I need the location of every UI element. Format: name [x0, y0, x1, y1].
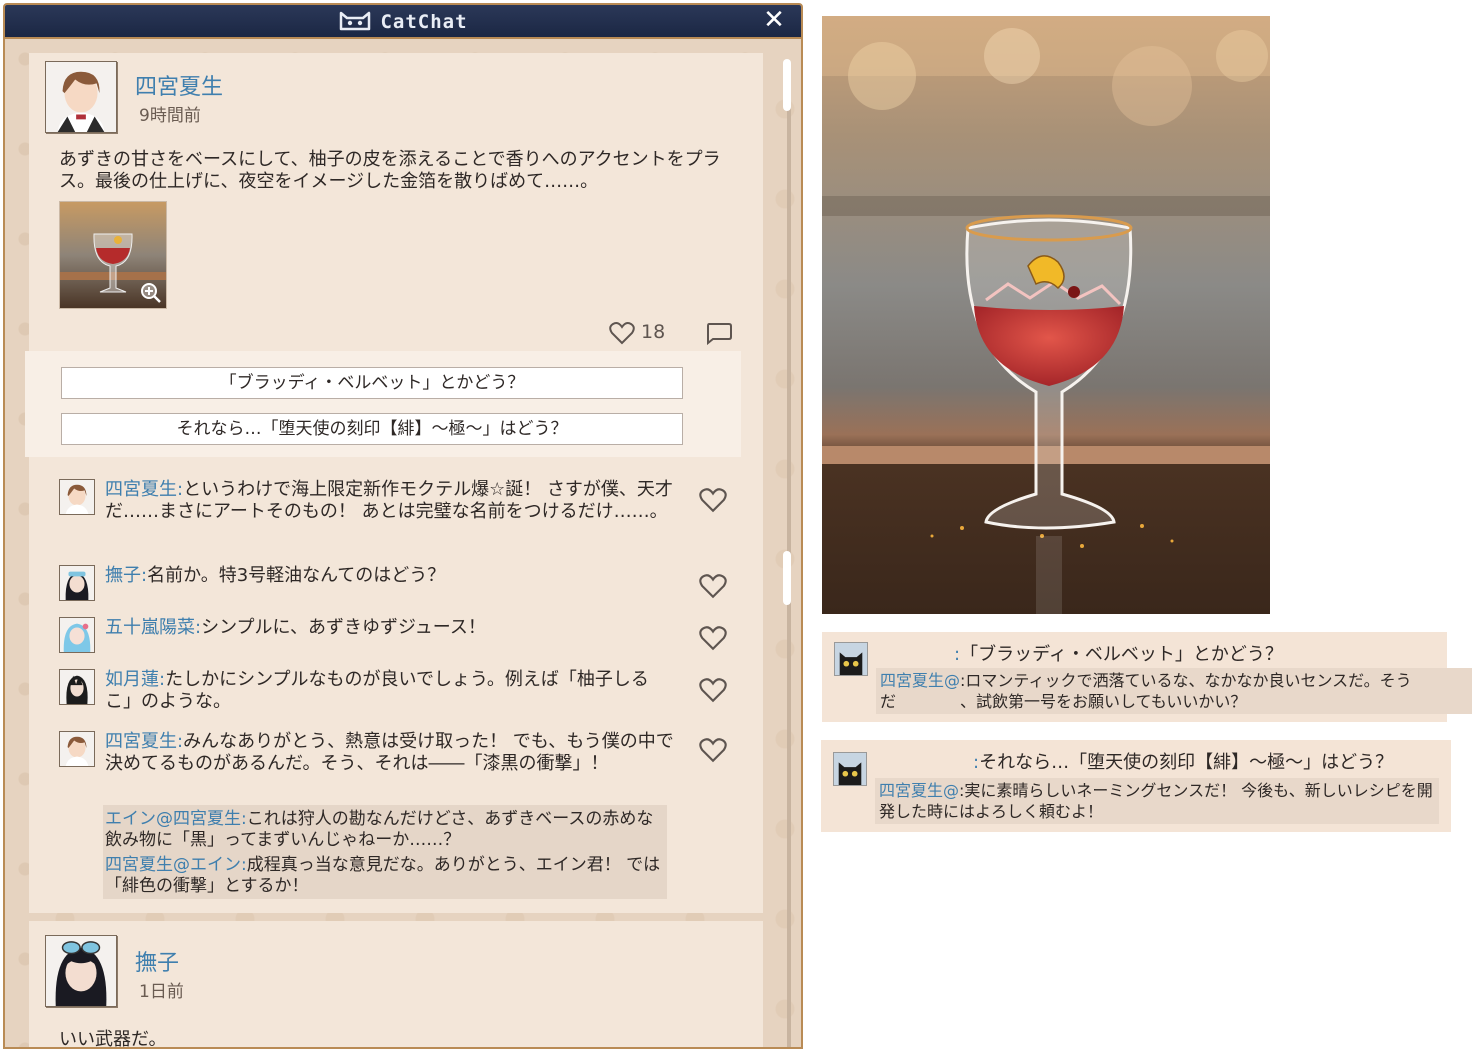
reply-author[interactable]: 四宮夏生@エイン: — [105, 855, 247, 875]
comment-text: 如月蓮:たしかにシンプルなものが良いでしょう。例えば「柚子しるこ」のような。 — [105, 669, 649, 712]
post-author[interactable]: 撫子 — [135, 945, 179, 977]
comment-avatar[interactable] — [59, 617, 95, 653]
enlarged-photo — [822, 16, 1270, 614]
avatar[interactable] — [45, 935, 117, 1007]
comment-item: 五十嵐陽菜:シンプルに、あずきゆずジュース！ — [59, 617, 727, 657]
reply-item: 四宮夏生@エイン:成程真っ当な意見だな。ありがとう、エイン君！ では「緋色の衝撃… — [105, 855, 661, 896]
comment-avatar[interactable] — [59, 669, 95, 705]
post-time: 9時間前 — [139, 106, 201, 126]
cat-logo-icon — [340, 11, 371, 31]
chat-log-entry: :それなら…「堕天使の刻印【緋】～極～」はどう？ 四宮夏生@:実に素晴らしいネー… — [821, 740, 1451, 832]
post-card: 四宮夏生 9時間前 あずきの甘さをベースにして、柚子の皮を添えることで香りへのア… — [25, 53, 763, 913]
scrollbar-thumb[interactable] — [783, 59, 791, 111]
app-title-wrap: CatChat — [5, 9, 801, 33]
reply-item: エイン@四宮夏生:これは狩人の勘なんだけどさ、あずきベースの赤めな飲み物に「黒」… — [105, 809, 654, 850]
chat-log-entry: :「ブラッディ・ベルベット」とかどう？ 四宮夏生@:ロマンティックで洒落ているな… — [822, 632, 1472, 722]
title-bar: CatChat ✕ — [5, 5, 801, 39]
comment-avatar[interactable] — [59, 565, 95, 601]
reply-choices: 「ブラッディ・ベルベット」とかどう？ それなら…「堕天使の刻印【緋】～極～」はど… — [25, 351, 741, 457]
post-time: 1日前 — [139, 982, 184, 1002]
comment-text: 四宮夏生:みんなありがとう、熱意は受け取った！ でも、もう僕の中で決めてるものが… — [105, 731, 674, 774]
comment-icon[interactable] — [705, 321, 733, 346]
comment-author[interactable]: 如月蓮: — [105, 669, 165, 690]
avatar[interactable] — [45, 61, 117, 133]
heart-icon[interactable] — [699, 625, 727, 651]
log-message: :それなら…「堕天使の刻印【緋】～極～」はどう？ — [973, 752, 1394, 773]
heart-icon[interactable] — [699, 573, 727, 599]
comment-avatar[interactable] — [59, 731, 95, 767]
post-author[interactable]: 四宮夏生 — [135, 69, 223, 101]
heart-icon[interactable] — [699, 737, 727, 763]
black-cat-avatar — [834, 642, 868, 676]
comment-author[interactable]: 撫子: — [105, 565, 147, 586]
heart-icon[interactable] — [699, 487, 727, 513]
timeline[interactable]: 四宮夏生 9時間前 あずきの甘さをベースにして、柚子の皮を添えることで香りへのア… — [5, 39, 801, 1047]
like-button[interactable]: 18 — [609, 319, 689, 347]
heart-icon — [609, 322, 635, 345]
comment-item: 四宮夏生:みんなありがとう、熱意は受け取った！ でも、もう僕の中で決めてるものが… — [59, 731, 727, 801]
zoom-in-icon[interactable] — [140, 282, 162, 304]
choice-button-2[interactable]: それなら…「堕天使の刻印【緋】～極～」はどう？ — [61, 413, 683, 445]
comment-item: 如月蓮:たしかにシンプルなものが良いでしょう。例えば「柚子しるこ」のような。 — [59, 669, 727, 715]
post-card: 撫子 1日前 いい武器だ。 — [29, 921, 763, 1049]
comment-text: 撫子:名前か。特3号軽油なんてのはどう？ — [105, 565, 446, 586]
comment-item: 撫子:名前か。特3号軽油なんてのはどう？ — [59, 565, 727, 605]
comment-author[interactable]: 四宮夏生: — [105, 479, 183, 500]
comment-item: 四宮夏生:というわけで海上限定新作モクテル爆☆誕！ さすが僕、天才だ……まさにア… — [59, 479, 727, 547]
reply-author[interactable]: エイン@四宮夏生: — [105, 809, 247, 829]
comment-author[interactable]: 五十嵐陽菜: — [105, 617, 201, 638]
log-message: :「ブラッディ・ベルベット」とかどう？ — [954, 644, 1283, 665]
catchat-window: CatChat ✕ 四宮夏生 9時間前 あずきの甘さをベースにして、柚子の皮を添… — [3, 3, 803, 1049]
close-icon[interactable]: ✕ — [761, 7, 787, 33]
comment-avatar[interactable] — [59, 479, 95, 515]
like-count: 18 — [641, 321, 666, 343]
comment-text: 五十嵐陽菜:シンプルに、あずきゆずジュース！ — [105, 617, 486, 638]
log-reply: 四宮夏生@:実に素晴らしいネーミングセンスだ！ 今後も、新しいレシピを開発した時… — [875, 778, 1439, 824]
choice-button-1[interactable]: 「ブラッディ・ベルベット」とかどう？ — [61, 367, 683, 399]
log-reply: 四宮夏生@:ロマンティックで洒落ているな、なかなか良いセンスだ。そうだ 、試飲第… — [876, 668, 1472, 714]
post-text: あずきの甘さをベースにして、柚子の皮を添えることで香りへのアクセントをプラス。最… — [59, 149, 721, 192]
comment-text: 四宮夏生:というわけで海上限定新作モクテル爆☆誕！ さすが僕、天才だ……まさにア… — [105, 479, 673, 522]
heart-icon[interactable] — [699, 677, 727, 703]
reply-thread: エイン@四宮夏生:これは狩人の勘なんだけどさ、あずきベースの赤めな飲み物に「黒」… — [103, 805, 667, 899]
scrollbar-thumb-secondary[interactable] — [783, 551, 791, 605]
app-title: CatChat — [380, 11, 468, 33]
black-cat-avatar — [833, 752, 867, 786]
post-text: いい武器だ。 — [59, 1029, 167, 1049]
comment-author[interactable]: 四宮夏生: — [105, 731, 183, 752]
post-image-thumbnail[interactable] — [59, 201, 167, 309]
